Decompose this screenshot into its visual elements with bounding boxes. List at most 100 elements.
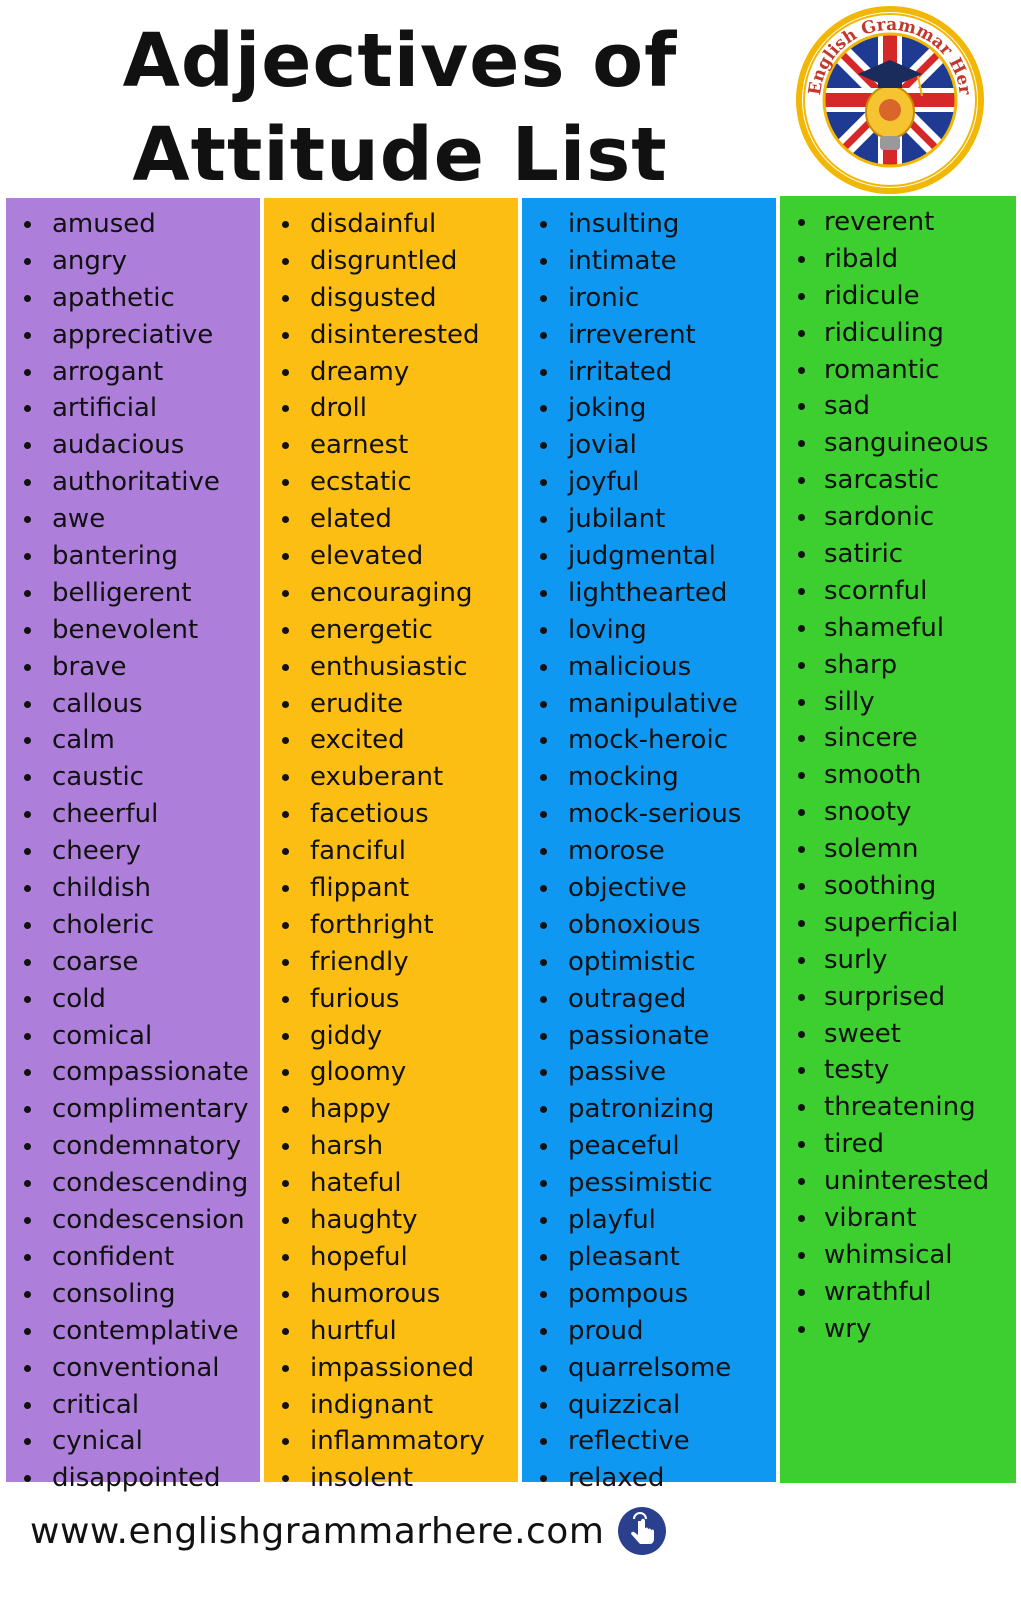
list-item: irritated: [522, 354, 776, 391]
adjective-column-3: insulting intimate ironic irreverent irritat…: [522, 198, 776, 1493]
list-item: inflammatory: [264, 1423, 518, 1460]
list-item: benevolent: [6, 612, 260, 649]
list-item: comical: [6, 1018, 260, 1055]
list-item: mock-serious: [522, 796, 776, 833]
list-item: manipulative: [522, 686, 776, 723]
list-item: consoling: [6, 1276, 260, 1313]
list-item: dreamy: [264, 354, 518, 391]
list-item: appreciative: [6, 317, 260, 354]
list-item: disgruntled: [264, 243, 518, 280]
list-item: contemplative: [6, 1313, 260, 1350]
list-item: surprised: [780, 979, 1016, 1016]
list-item: sardonic: [780, 499, 1016, 536]
list-item: smooth: [780, 757, 1016, 794]
title-line-2: Attitude List: [132, 112, 668, 198]
list-item: complimentary: [6, 1091, 260, 1128]
list-item: morose: [522, 833, 776, 870]
list-item: angry: [6, 243, 260, 280]
pointing-hand-icon: [618, 1507, 667, 1555]
list-item: ironic: [522, 280, 776, 317]
list-item: coarse: [6, 944, 260, 981]
list-item: ridicule: [780, 278, 1016, 315]
list-item: awe: [6, 501, 260, 538]
list-item: sanguineous: [780, 425, 1016, 462]
list-item: disgusted: [264, 280, 518, 317]
list-item: haughty: [264, 1202, 518, 1239]
list-item: condescending: [6, 1165, 260, 1202]
list-item: insolent: [264, 1460, 518, 1497]
list-item: joking: [522, 390, 776, 427]
list-item: quarrelsome: [522, 1350, 776, 1387]
list-item: erudite: [264, 686, 518, 723]
list-item: arrogant: [6, 354, 260, 391]
list-item: condescension: [6, 1202, 260, 1239]
list-item: critical: [6, 1387, 260, 1424]
list-item: authoritative: [6, 464, 260, 501]
list-item: disinterested: [264, 317, 518, 354]
list-item: audacious: [6, 427, 260, 464]
list-item: cold: [6, 981, 260, 1018]
list-item: elevated: [264, 538, 518, 575]
adjective-column-2: disdainful disgruntled disgusted disinteres…: [264, 198, 518, 1493]
list-item: sad: [780, 388, 1016, 425]
adjective-list: amused angry apathetic appreciative arrogant…: [6, 206, 260, 1497]
list-item: forthright: [264, 907, 518, 944]
list-item: patronizing: [522, 1091, 776, 1128]
list-item: passive: [522, 1054, 776, 1091]
website-url[interactable]: www.englishgrammarhere.com: [30, 1511, 604, 1552]
list-item: childish: [6, 870, 260, 907]
list-item: pleasant: [522, 1239, 776, 1276]
list-item: brave: [6, 649, 260, 686]
list-item: mocking: [522, 759, 776, 796]
list-item: ribald: [780, 241, 1016, 278]
adjective-list: insulting intimate ironic irreverent irritat…: [522, 206, 776, 1497]
list-item: cheerful: [6, 796, 260, 833]
list-item: happy: [264, 1091, 518, 1128]
list-item: reverent: [780, 204, 1016, 241]
list-item: tired: [780, 1126, 1016, 1163]
list-item: romantic: [780, 352, 1016, 389]
list-item: surly: [780, 942, 1016, 979]
list-item: wry: [780, 1311, 1016, 1348]
list-item: disdainful: [264, 206, 518, 243]
list-item: soothing: [780, 868, 1016, 905]
list-item: disappointed: [6, 1460, 260, 1497]
list-item: vibrant: [780, 1200, 1016, 1237]
list-item: joyful: [522, 464, 776, 501]
list-item: hateful: [264, 1165, 518, 1202]
list-item: confident: [6, 1239, 260, 1276]
list-item: snooty: [780, 794, 1016, 831]
list-item: solemn: [780, 831, 1016, 868]
list-item: harsh: [264, 1128, 518, 1165]
list-item: amused: [6, 206, 260, 243]
list-item: loving: [522, 612, 776, 649]
list-item: mock-heroic: [522, 722, 776, 759]
list-item: impassioned: [264, 1350, 518, 1387]
list-item: scornful: [780, 573, 1016, 610]
list-item: giddy: [264, 1018, 518, 1055]
list-item: sincere: [780, 720, 1016, 757]
list-item: facetious: [264, 796, 518, 833]
list-item: callous: [6, 686, 260, 723]
list-item: compassionate: [6, 1054, 260, 1091]
list-item: sweet: [780, 1016, 1016, 1053]
adjective-column-1: amused angry apathetic appreciative arrogant…: [6, 198, 260, 1493]
list-item: threatening: [780, 1089, 1016, 1126]
list-item: hurtful: [264, 1313, 518, 1350]
list-item: choleric: [6, 907, 260, 944]
list-item: enthusiastic: [264, 649, 518, 686]
list-item: caustic: [6, 759, 260, 796]
list-item: gloomy: [264, 1054, 518, 1091]
list-item: artificial: [6, 390, 260, 427]
list-item: cheery: [6, 833, 260, 870]
list-item: satiric: [780, 536, 1016, 573]
list-item: proud: [522, 1313, 776, 1350]
list-item: playful: [522, 1202, 776, 1239]
list-item: energetic: [264, 612, 518, 649]
list-item: uninterested: [780, 1163, 1016, 1200]
list-item: furious: [264, 981, 518, 1018]
list-item: excited: [264, 722, 518, 759]
list-item: obnoxious: [522, 907, 776, 944]
list-item: jubilant: [522, 501, 776, 538]
footer: www.englishgrammarhere.com: [30, 1506, 667, 1556]
